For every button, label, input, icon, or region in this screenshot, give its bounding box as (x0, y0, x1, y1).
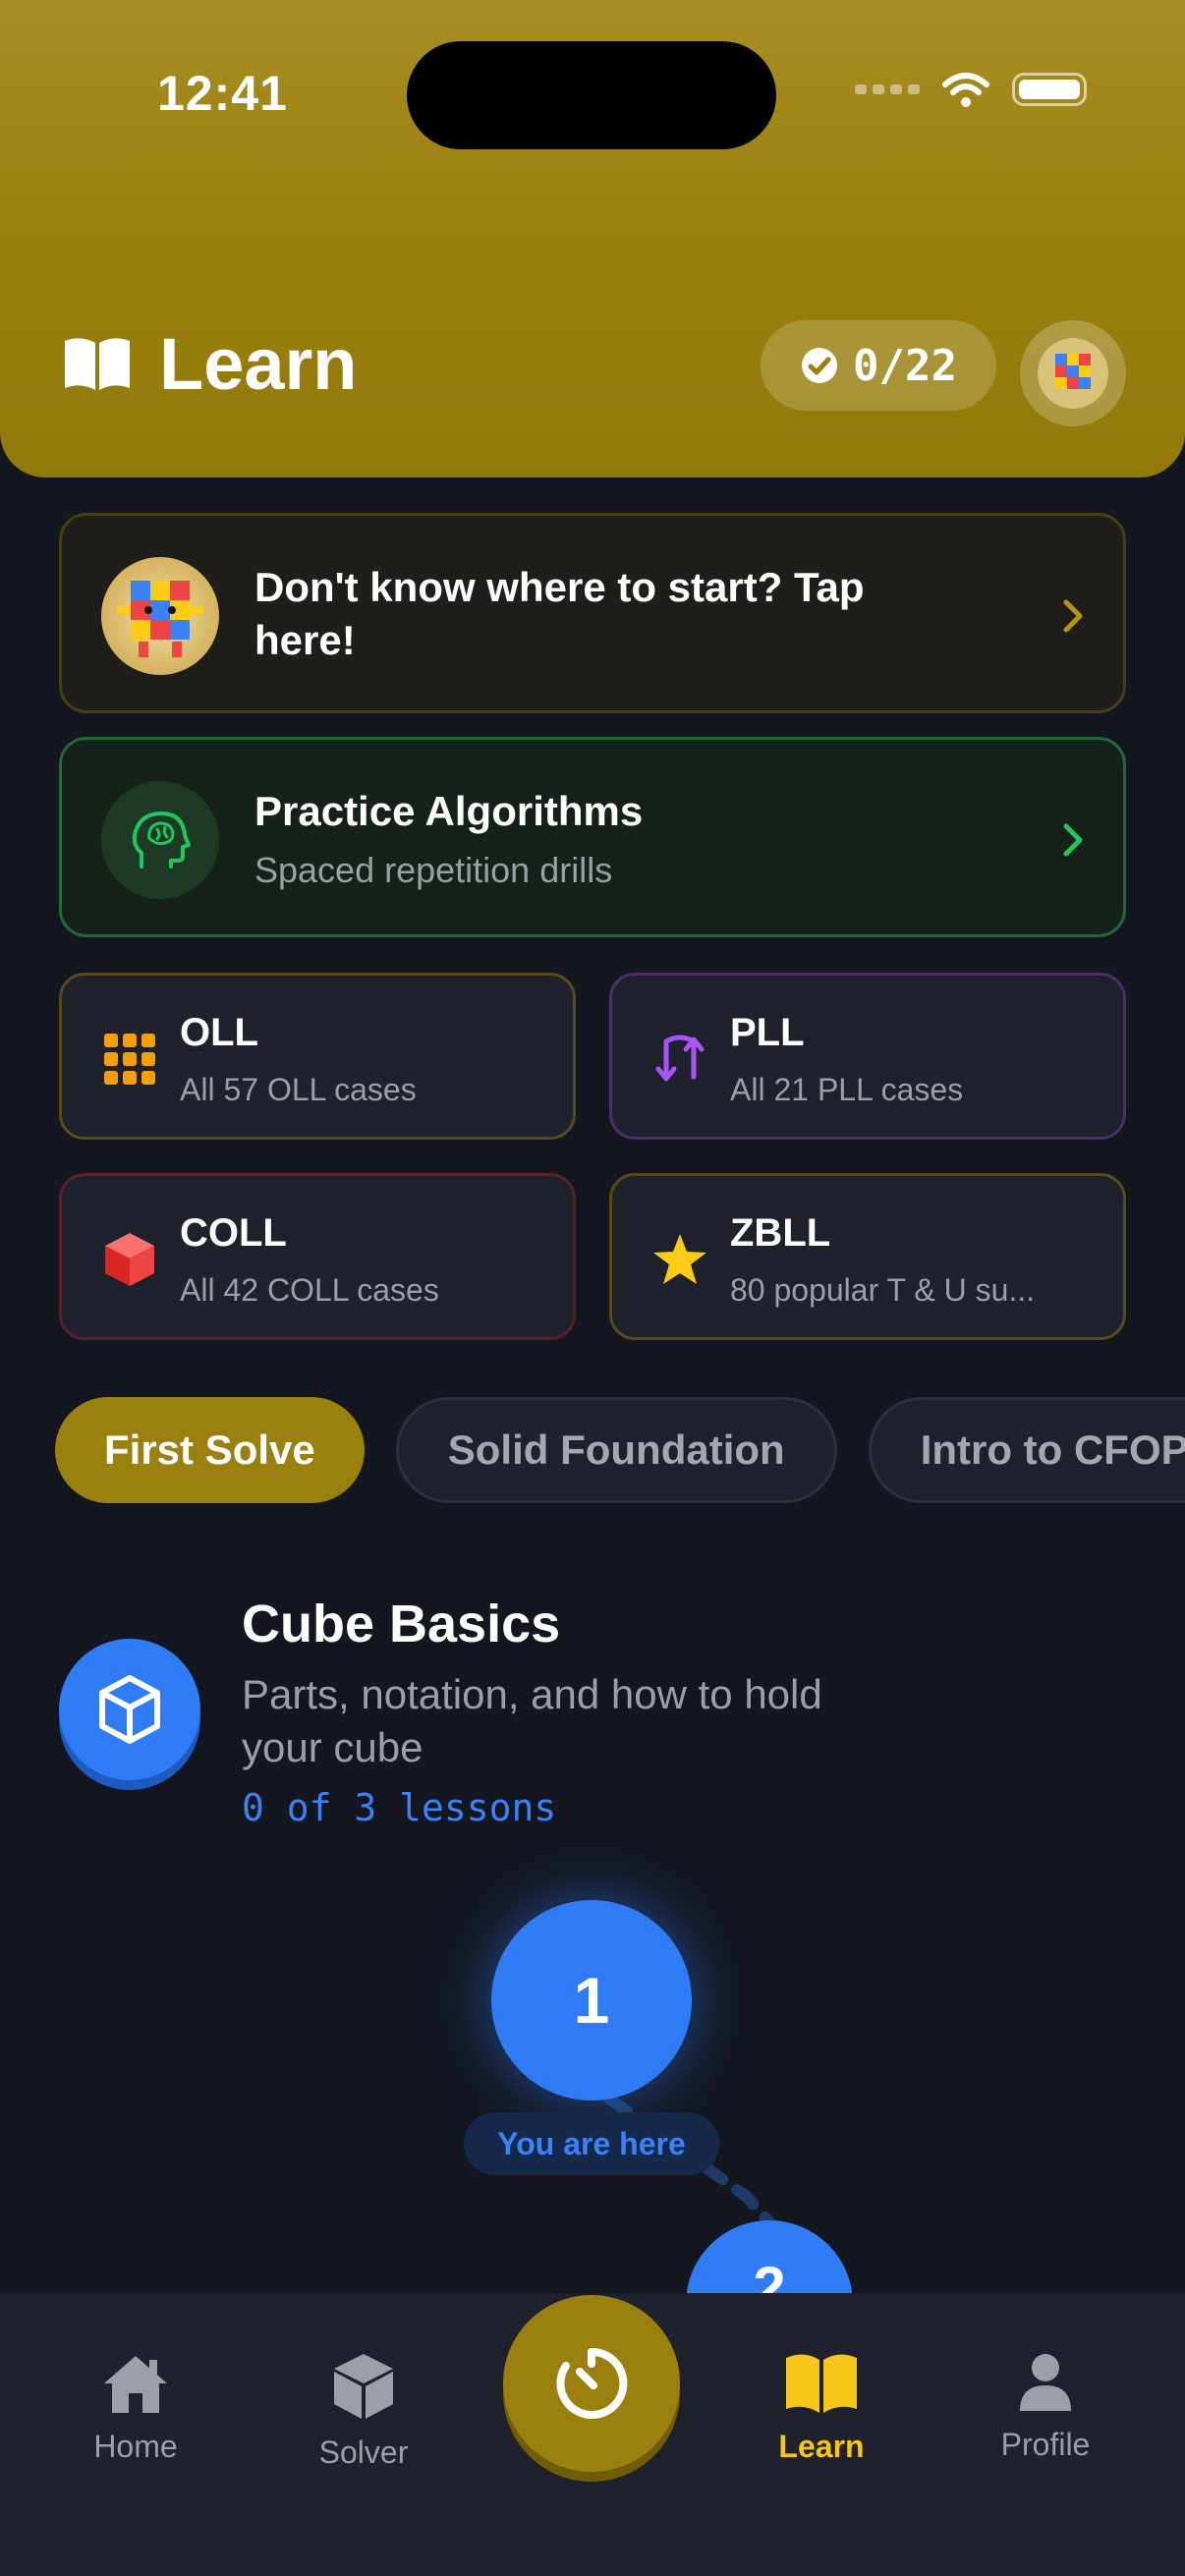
tab-solver[interactable]: Solver (275, 2352, 452, 2471)
timer-icon (556, 2347, 628, 2419)
tab-profile[interactable]: Profile (957, 2352, 1134, 2463)
tab-profile-label: Profile (1000, 2427, 1091, 2462)
lesson-node-1[interactable]: 1 (491, 1900, 692, 2100)
tab-learn[interactable]: Learn (733, 2352, 910, 2465)
timer-button[interactable] (503, 2295, 680, 2472)
tab-home[interactable]: Home (47, 2352, 224, 2465)
tab-home-label: Home (93, 2429, 178, 2464)
home-icon (104, 2356, 167, 2413)
cube-icon (334, 2354, 393, 2419)
tab-learn-label: Learn (778, 2429, 865, 2464)
lesson-path-line (603, 2093, 782, 2236)
book-icon (786, 2354, 857, 2413)
person-icon (1020, 2354, 1071, 2411)
tab-solver-label: Solver (318, 2435, 409, 2470)
current-position-label: You are here (464, 2112, 719, 2175)
